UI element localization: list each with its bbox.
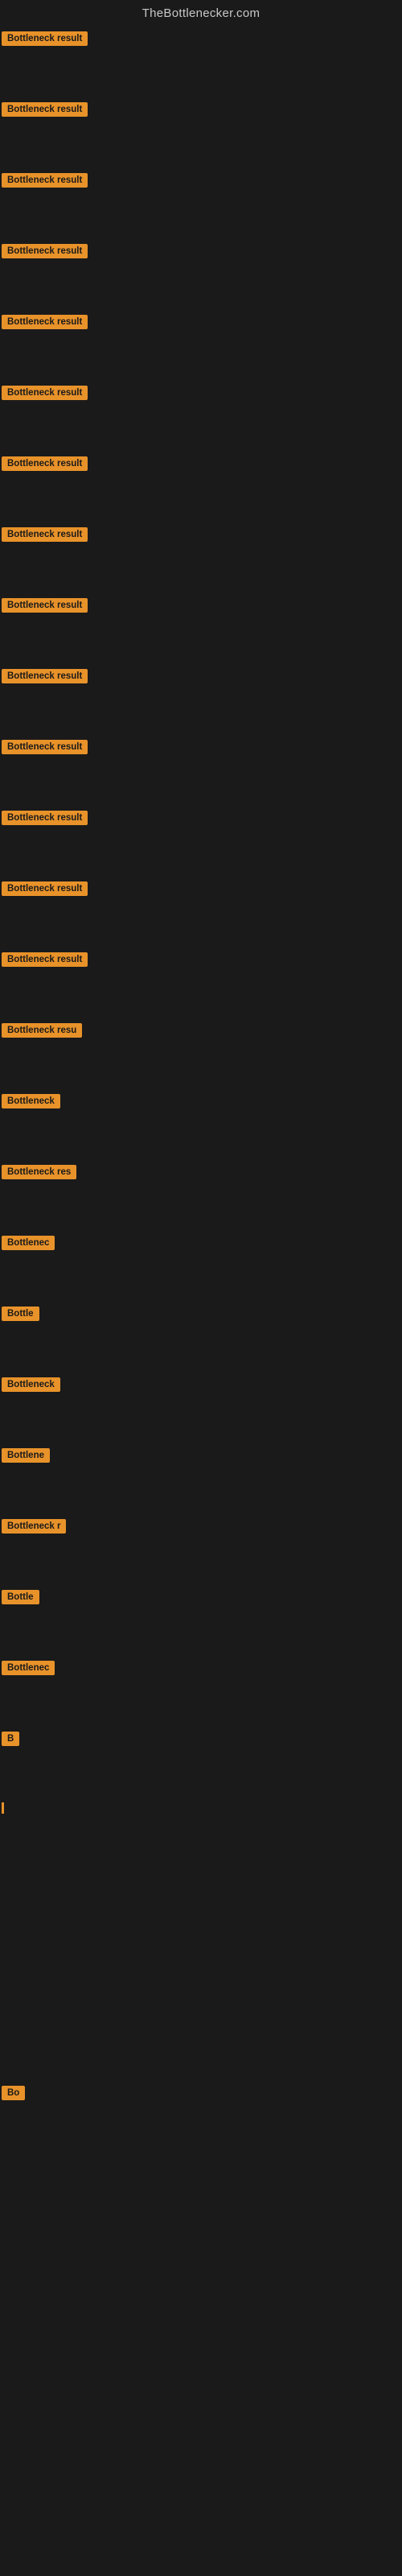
bottleneck-result-badge[interactable]: Bottleneck result <box>2 952 88 967</box>
list-item: Bottleneck <box>0 1086 402 1157</box>
list-item: Bottleneck result <box>0 23 402 94</box>
list-item: Bottleneck result <box>0 661 402 732</box>
bottleneck-result-badge[interactable]: Bottleneck result <box>2 102 88 117</box>
list-item: Bottleneck res <box>0 1157 402 1228</box>
bottleneck-result-badge[interactable]: Bottlenec <box>2 1661 55 1675</box>
list-item <box>0 2149 402 2219</box>
list-item <box>0 2432 402 2503</box>
bottleneck-result-badge[interactable]: Bottleneck result <box>2 456 88 471</box>
bottleneck-result-badge[interactable]: Bottleneck result <box>2 244 88 258</box>
list-item: Bottlenec <box>0 1653 402 1724</box>
bottleneck-result-badge[interactable]: B <box>2 1732 19 1746</box>
bottleneck-result-badge[interactable]: Bottleneck result <box>2 527 88 542</box>
page-container: TheBottlenecker.com Bottleneck resultBot… <box>0 0 402 2574</box>
site-header: TheBottlenecker.com <box>0 0 402 23</box>
list-item: Bottleneck result <box>0 236 402 307</box>
bottleneck-result-badge[interactable]: Bottleneck result <box>2 386 88 400</box>
bottleneck-result-badge[interactable]: Bottleneck <box>2 1377 60 1392</box>
list-item: Bottlene <box>0 1440 402 1511</box>
list-item <box>0 2361 402 2432</box>
list-item <box>0 2007 402 2078</box>
bottleneck-result-badge[interactable]: Bottleneck result <box>2 315 88 329</box>
list-item: Bo <box>0 2078 402 2149</box>
list-item: Bottleneck result <box>0 307 402 378</box>
list-item: Bottle <box>0 1582 402 1653</box>
bottleneck-result-badge[interactable]: Bottlenec <box>2 1236 55 1250</box>
list-item: Bottle <box>0 1298 402 1369</box>
list-item <box>0 1865 402 1936</box>
bottleneck-result-badge[interactable]: Bottleneck result <box>2 881 88 896</box>
list-item: Bottleneck result <box>0 944 402 1015</box>
bottleneck-result-badge[interactable]: Bottle <box>2 1307 39 1321</box>
list-item: Bottleneck result <box>0 590 402 661</box>
list-item: Bottleneck result <box>0 519 402 590</box>
list-item: Bottleneck r <box>0 1511 402 1582</box>
list-item <box>0 1794 402 1865</box>
bottleneck-result-badge[interactable]: Bottleneck resu <box>2 1023 82 1038</box>
bottleneck-list: Bottleneck result Bottleneck result Bottle… <box>0 23 402 2574</box>
list-item: Bottleneck <box>0 1369 402 1440</box>
bottleneck-result-badge[interactable]: Bottleneck result <box>2 598 88 613</box>
bottleneck-result-badge[interactable]: Bottleneck result <box>2 173 88 188</box>
bottleneck-result-badge[interactable]: Bottleneck result <box>2 31 88 46</box>
list-item <box>0 2290 402 2361</box>
bottleneck-result-badge[interactable]: Bottleneck <box>2 1094 60 1108</box>
bottleneck-result-badge[interactable]: Bo <box>2 2086 25 2100</box>
list-item: Bottleneck result <box>0 803 402 873</box>
list-item <box>0 2219 402 2290</box>
list-item: Bottleneck resu <box>0 1015 402 1086</box>
list-item: Bottlenec <box>0 1228 402 1298</box>
bottleneck-result-badge[interactable]: Bottleneck res <box>2 1165 76 1179</box>
bottleneck-result-badge[interactable]: Bottleneck result <box>2 740 88 754</box>
bottleneck-result-badge <box>2 1802 4 1814</box>
list-item: Bottleneck result <box>0 732 402 803</box>
list-item <box>0 2503 402 2574</box>
list-item: Bottleneck result <box>0 165 402 236</box>
list-item <box>0 1936 402 2007</box>
list-item: Bottleneck result <box>0 378 402 448</box>
list-item: Bottleneck result <box>0 448 402 519</box>
bottleneck-result-badge[interactable]: Bottleneck r <box>2 1519 66 1534</box>
bottleneck-result-badge[interactable]: Bottleneck result <box>2 669 88 683</box>
list-item: B <box>0 1724 402 1794</box>
list-item: Bottleneck result <box>0 873 402 944</box>
bottleneck-result-badge[interactable]: Bottleneck result <box>2 811 88 825</box>
list-item: Bottleneck result <box>0 94 402 165</box>
bottleneck-result-badge[interactable]: Bottle <box>2 1590 39 1604</box>
bottleneck-result-badge[interactable]: Bottlene <box>2 1448 50 1463</box>
